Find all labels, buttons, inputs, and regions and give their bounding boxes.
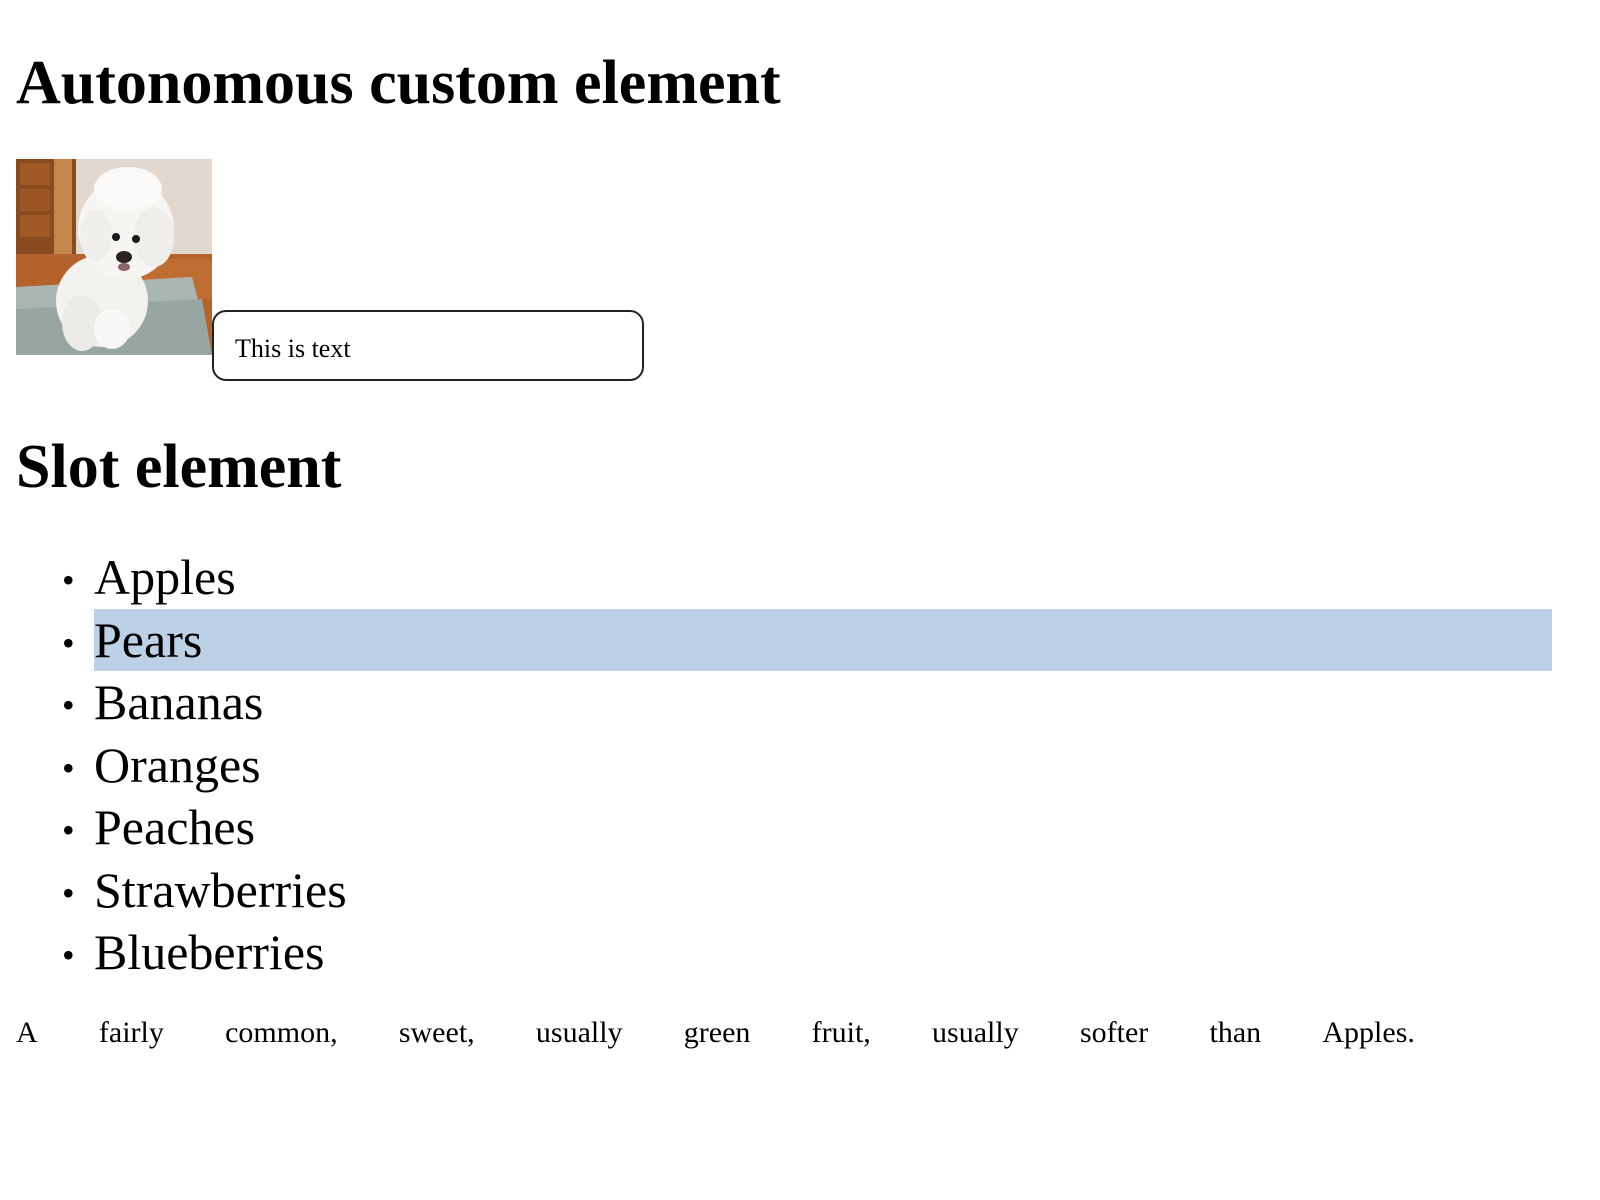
fruit-label: Bananas xyxy=(94,674,264,730)
bullet-icon: • xyxy=(62,622,75,663)
custom-element-text: This is text xyxy=(235,334,351,363)
description-word: usually xyxy=(535,1016,623,1049)
list-item[interactable]: • Pears xyxy=(0,608,1552,672)
bullet-icon: • xyxy=(62,935,75,975)
description-word: usually xyxy=(932,1016,1019,1049)
list-item[interactable]: • Peaches xyxy=(0,796,1552,859)
fruit-description: Afairly common, sweet, usually green fruit, us… xyxy=(16,1018,1415,1048)
bullet-icon: • xyxy=(62,872,75,913)
description-word: softer xyxy=(1079,1016,1149,1049)
bullet-icon: • xyxy=(62,747,75,788)
fruit-list: • Apples • Pears • Bananas • Oranges • Peaches • St… xyxy=(0,546,1552,984)
custom-element-text-box: This is text xyxy=(212,310,644,381)
fruit-label: Apples xyxy=(94,549,236,605)
fruit-label: Strawberries xyxy=(94,861,347,918)
description-word: A xyxy=(16,1016,38,1049)
dog-image xyxy=(16,159,212,355)
selection-highlight xyxy=(94,608,1552,671)
list-item[interactable]: • Apples xyxy=(0,546,1552,609)
description-word: green xyxy=(683,1016,751,1049)
description-word: sweet, xyxy=(398,1016,475,1049)
slot-element-heading: Slot element xyxy=(16,433,342,501)
fruit-label: Blueberries xyxy=(94,924,325,980)
bullet-icon: • xyxy=(62,685,75,725)
list-item[interactable]: • Blueberries xyxy=(0,921,1552,984)
description-word: than xyxy=(1209,1016,1262,1049)
dog-icon xyxy=(16,159,212,355)
list-item[interactable]: • Oranges xyxy=(0,734,1552,797)
fruit-label: Pears xyxy=(94,611,203,668)
autonomous-element-heading: Autonomous custom element xyxy=(16,49,781,117)
fruit-label: Oranges xyxy=(94,736,261,793)
description-word: fruit, xyxy=(811,1016,871,1049)
description-word: common, xyxy=(225,1016,338,1049)
bullet-icon: • xyxy=(62,560,75,600)
description-word: fairly xyxy=(98,1016,164,1049)
list-item[interactable]: • Strawberries xyxy=(0,859,1552,922)
list-item[interactable]: • Bananas xyxy=(0,671,1552,734)
description-word: Apples. xyxy=(1322,1016,1415,1049)
fruit-label: Peaches xyxy=(94,799,256,855)
bullet-icon: • xyxy=(62,810,75,850)
